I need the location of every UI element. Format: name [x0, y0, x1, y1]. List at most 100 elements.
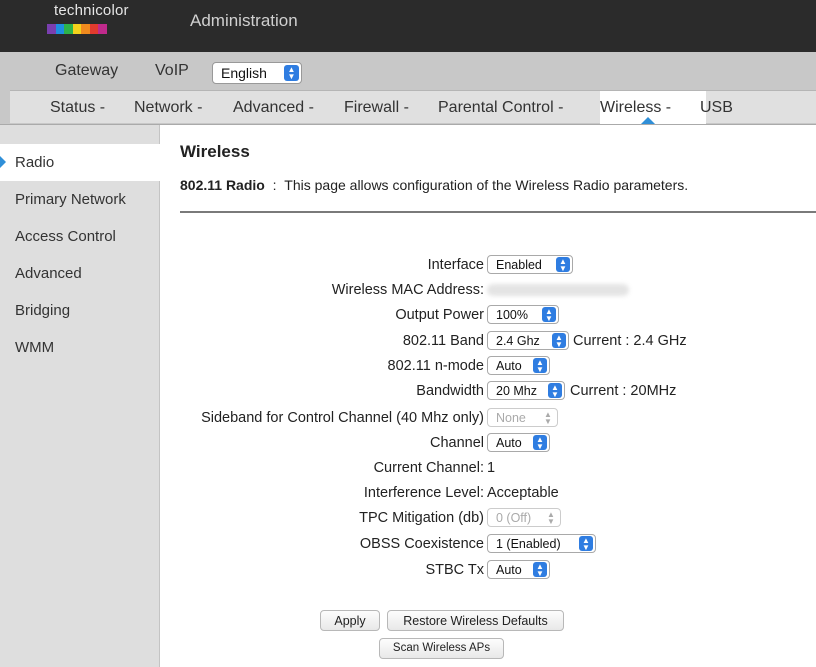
row-tpc: TPC Mitigation (db) 0 (Off) ▲ ▼	[160, 508, 816, 530]
nav-gateway[interactable]: Gateway	[55, 62, 118, 80]
sidebar: Radio Primary Network Access Control Adv…	[0, 125, 160, 667]
technicolor-logo[interactable]: technicolor	[47, 2, 137, 42]
channel-select[interactable]: Auto ▲ ▼	[487, 433, 550, 452]
sidebar-item-label: WMM	[15, 339, 55, 356]
interference-value: Acceptable	[487, 485, 559, 501]
main-nav: Gateway VoIP English ▲ ▼ Status - Network…	[0, 52, 816, 125]
bandwidth-value: 20 Mhz	[496, 384, 537, 398]
bandwidth-current: Current : 20MHz	[570, 383, 677, 399]
mac-value-redacted	[487, 284, 629, 296]
mac-label: Wireless MAC Address:	[331, 282, 484, 298]
band-label: 802.11 Band	[402, 333, 484, 349]
sidebar-item-access-control[interactable]: Access Control	[0, 218, 160, 255]
tpc-label: TPC Mitigation (db)	[359, 510, 484, 526]
sidebar-item-label: Advanced	[15, 265, 82, 282]
sideband-label: Sideband for Control Channel (40 Mhz onl…	[201, 410, 484, 426]
description-heading: 802.11 Radio	[180, 177, 265, 193]
brand-stripe-icon	[47, 24, 108, 34]
tpc-select[interactable]: 0 (Off) ▲ ▼	[487, 508, 561, 527]
interface-label: Interface	[427, 257, 484, 273]
tab-status[interactable]: Status -	[50, 99, 105, 117]
language-select[interactable]: English ▲ ▼	[212, 62, 302, 84]
nav-voip[interactable]: VoIP	[155, 62, 189, 80]
sidebar-item-advanced[interactable]: Advanced	[0, 255, 160, 292]
current-channel-label: Current Channel:	[373, 460, 484, 476]
tpc-value: 0 (Off)	[496, 511, 532, 525]
nmode-value: Auto	[496, 359, 522, 373]
current-channel-value: 1	[487, 460, 496, 476]
chevron-updown-icon: ▲ ▼	[542, 307, 556, 323]
apply-button[interactable]: Apply	[320, 610, 380, 631]
sideband-select[interactable]: None ▲ ▼	[487, 408, 558, 427]
chevron-updown-icon: ▲ ▼	[547, 510, 555, 526]
row-output-power: Output Power 100% ▲ ▼	[160, 305, 816, 327]
row-interface: Interface Enabled ▲ ▼	[160, 255, 816, 277]
sidebar-item-label: Bridging	[15, 302, 71, 319]
sidebar-item-primary-network[interactable]: Primary Network	[0, 181, 160, 218]
description-text: This page allows configuration of the Wi…	[284, 177, 689, 193]
row-bandwidth: Bandwidth 20 Mhz ▲ ▼ Current : 20MHz	[160, 381, 816, 403]
sideband-value: None	[496, 411, 526, 425]
sidebar-item-label: Primary Network	[15, 191, 126, 208]
obss-select[interactable]: 1 (Enabled) ▲ ▼	[487, 534, 596, 553]
row-mac: Wireless MAC Address:	[160, 280, 816, 302]
nmode-label: 802.11 n-mode	[387, 358, 484, 374]
chevron-updown-icon: ▲ ▼	[548, 383, 562, 399]
interface-value: Enabled	[496, 258, 542, 272]
tab-usb[interactable]: USB	[700, 99, 733, 117]
tab-advanced[interactable]: Advanced -	[233, 99, 314, 117]
stbc-label: STBC Tx	[425, 562, 484, 578]
nav-top-row: Gateway VoIP English ▲ ▼	[0, 52, 816, 90]
tab-firewall[interactable]: Firewall -	[344, 99, 409, 117]
chevron-updown-icon: ▲ ▼	[284, 65, 299, 81]
sidebar-item-label: Access Control	[15, 228, 116, 245]
output-power-select[interactable]: 100% ▲ ▼	[487, 305, 559, 324]
chevron-updown-icon: ▲ ▼	[552, 333, 566, 349]
row-band: 802.11 Band 2.4 Ghz ▲ ▼ Current : 2.4 GHz	[160, 331, 816, 353]
stbc-value: Auto	[496, 563, 522, 577]
tab-parental-control[interactable]: Parental Control -	[438, 99, 563, 117]
page-description: 802.11 Radio : This page allows configur…	[180, 177, 688, 193]
tab-network[interactable]: Network -	[134, 99, 202, 117]
sidebar-item-bridging[interactable]: Bridging	[0, 292, 160, 329]
description-separator: :	[272, 177, 277, 193]
chevron-updown-icon: ▲ ▼	[533, 435, 547, 451]
obss-value: 1 (Enabled)	[496, 537, 561, 551]
chevron-updown-icon: ▲ ▼	[533, 562, 547, 578]
restore-defaults-button[interactable]: Restore Wireless Defaults	[387, 610, 564, 631]
nmode-select[interactable]: Auto ▲ ▼	[487, 356, 550, 375]
header-title: Administration	[190, 11, 298, 30]
sidebar-item-wmm[interactable]: WMM	[0, 329, 160, 366]
tab-wireless[interactable]: Wireless -	[600, 99, 671, 117]
row-channel: Channel Auto ▲ ▼	[160, 433, 816, 455]
bandwidth-select[interactable]: 20 Mhz ▲ ▼	[487, 381, 565, 400]
interference-label: Interference Level:	[363, 485, 484, 501]
row-interference: Interference Level: Acceptable	[160, 483, 816, 505]
row-obss: OBSS Coexistence 1 (Enabled) ▲ ▼	[160, 534, 816, 556]
chevron-updown-icon: ▲ ▼	[533, 358, 547, 374]
tab-bar: Status - Network - Advanced - Firewall -…	[10, 90, 816, 124]
scan-aps-button[interactable]: Scan Wireless APs	[379, 638, 504, 659]
band-select[interactable]: 2.4 Ghz ▲ ▼	[487, 331, 569, 350]
top-header: technicolor Administration	[0, 0, 816, 52]
chevron-updown-icon: ▲ ▼	[544, 410, 552, 426]
row-nmode: 802.11 n-mode Auto ▲ ▼	[160, 356, 816, 378]
language-selected: English	[221, 65, 267, 81]
band-value: 2.4 Ghz	[496, 334, 540, 348]
band-current: Current : 2.4 GHz	[573, 333, 687, 349]
stbc-select[interactable]: Auto ▲ ▼	[487, 560, 550, 579]
brand-name: technicolor	[54, 2, 129, 19]
output-power-value: 100%	[496, 308, 528, 322]
row-current-channel: Current Channel: 1	[160, 458, 816, 480]
interface-select[interactable]: Enabled ▲ ▼	[487, 255, 573, 274]
chevron-updown-icon: ▲ ▼	[556, 257, 570, 273]
obss-label: OBSS Coexistence	[359, 536, 484, 552]
caret-right-icon	[0, 156, 6, 168]
output-power-label: Output Power	[395, 307, 484, 323]
channel-value: Auto	[496, 436, 522, 450]
bandwidth-label: Bandwidth	[416, 383, 484, 399]
sidebar-item-radio[interactable]: Radio	[0, 144, 160, 181]
active-tab-caret-icon	[641, 117, 655, 124]
row-stbc: STBC Tx Auto ▲ ▼	[160, 560, 816, 582]
sidebar-item-label: Radio	[15, 154, 55, 171]
